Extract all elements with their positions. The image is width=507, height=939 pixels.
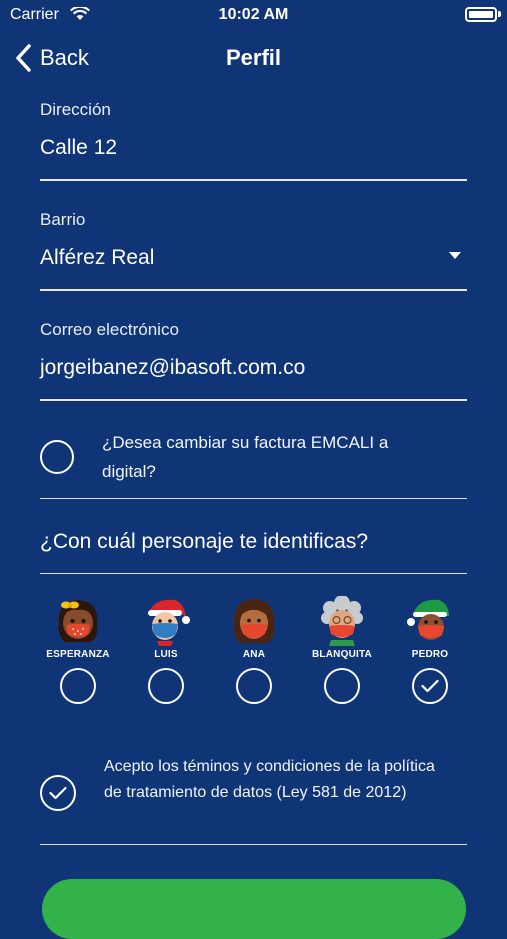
character-name: ESPERANZA xyxy=(46,649,110,660)
address-input[interactable]: Calle 12 xyxy=(40,136,467,160)
divider xyxy=(40,573,467,574)
clock: 10:02 AM xyxy=(218,6,289,23)
character-name: BLANQUITA xyxy=(312,649,372,660)
esperanza-avatar-icon[interactable] xyxy=(53,596,103,646)
email-input[interactable]: jorgeibanez@ibasoft.com.co xyxy=(40,356,467,380)
checkmark-icon xyxy=(421,679,439,693)
character-name: PEDRO xyxy=(411,649,449,660)
blanquita-avatar-icon[interactable] xyxy=(317,596,367,646)
neighborhood-label: Barrio xyxy=(40,210,86,229)
pedro-radio[interactable] xyxy=(412,668,448,704)
blanquita-radio[interactable] xyxy=(324,668,360,704)
page-title: Perfil xyxy=(225,45,282,70)
terms-checkbox[interactable] xyxy=(40,775,76,811)
neighborhood-field[interactable]: Barrio Alférez Real xyxy=(40,210,467,292)
checkmark-icon xyxy=(49,786,67,800)
battery-icon xyxy=(465,7,497,22)
address-label: Dirección xyxy=(40,100,111,119)
character-name: LUIS xyxy=(154,649,178,660)
terms-label: Acepto los téminos y condiciones de la p… xyxy=(104,758,435,801)
address-underline xyxy=(40,179,467,181)
ana-avatar-icon[interactable] xyxy=(229,596,279,646)
email-field[interactable]: Correo electrónico jorgeibanez@ibasoft.c… xyxy=(40,320,467,402)
luis-avatar-icon[interactable] xyxy=(141,596,191,646)
divider xyxy=(40,498,467,499)
character-name: ANA xyxy=(242,649,266,660)
neighborhood-underline xyxy=(40,289,467,291)
divider xyxy=(40,844,467,845)
digital-invoice-label: ¿Desea cambiar su factura EMCALI a digit… xyxy=(102,433,389,481)
digital-invoice-radio[interactable] xyxy=(40,440,74,474)
character-question: ¿Con cuál personaje te identificas? xyxy=(40,530,369,553)
dropdown-caret-icon[interactable] xyxy=(449,252,461,259)
pedro-avatar-icon[interactable] xyxy=(405,596,455,646)
neighborhood-select[interactable]: Alférez Real xyxy=(40,246,467,270)
ana-radio[interactable] xyxy=(236,668,272,704)
email-underline xyxy=(40,399,467,401)
submit-button[interactable] xyxy=(42,879,466,939)
email-label: Correo electrónico xyxy=(40,320,179,339)
esperanza-radio[interactable] xyxy=(60,668,96,704)
address-field[interactable]: Dirección Calle 12 xyxy=(40,100,467,182)
navigation-bar: Back Perfil xyxy=(0,36,507,80)
status-bar: Carrier 10:02 AM xyxy=(0,0,507,30)
battery-tip xyxy=(498,11,501,17)
luis-radio[interactable] xyxy=(148,668,184,704)
